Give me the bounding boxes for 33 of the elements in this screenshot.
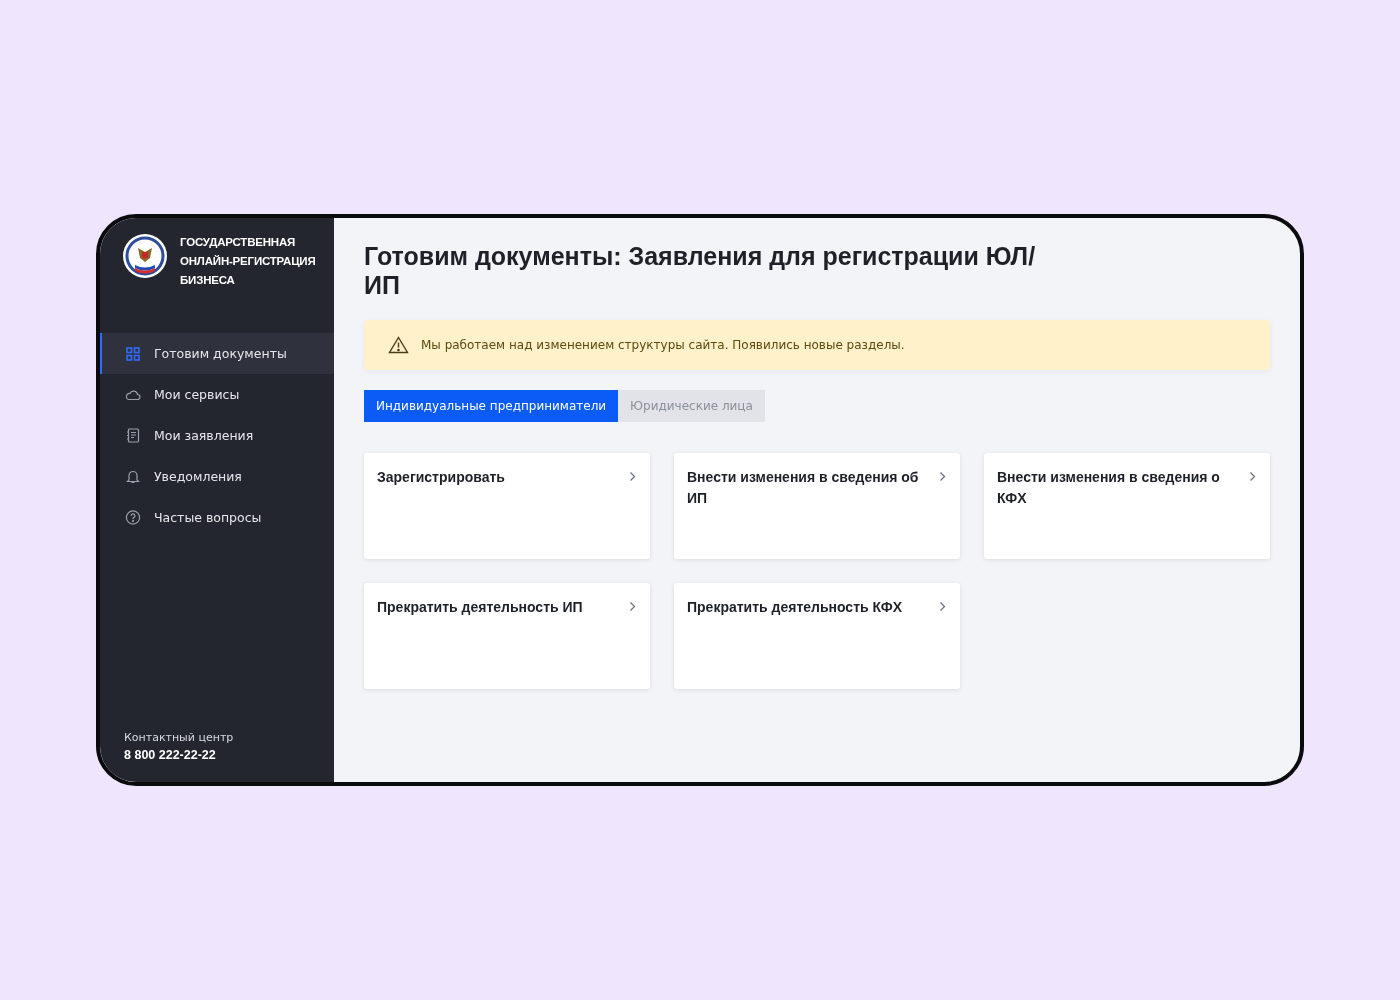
option-card[interactable]: Прекратить деятельность ИП xyxy=(364,583,650,689)
card-title: Внести изменения в сведения о КФХ xyxy=(997,468,1221,508)
chevron-right-icon xyxy=(1249,471,1256,482)
chevron-right-icon xyxy=(939,601,946,612)
option-card[interactable]: Внести изменения в сведения об ИП xyxy=(674,453,960,559)
sidebar-item[interactable]: Готовим документы xyxy=(100,333,334,374)
card-title: Зарегистрировать xyxy=(377,468,505,487)
option-card[interactable]: Зарегистрировать xyxy=(364,453,650,559)
emblem-logo xyxy=(122,233,168,279)
page-title: Готовим документы: Заявления для регистрации ЮЛ/ИП xyxy=(364,242,1037,300)
grid-icon xyxy=(125,346,141,361)
card-title: Внести изменения в сведения об ИП xyxy=(687,468,920,508)
sidebar-item[interactable]: Частые вопросы xyxy=(100,497,334,538)
chevron-right-icon xyxy=(629,601,636,612)
notice-text: Мы работаем над изменением структуры сайта. Появились новые разделы. xyxy=(421,338,905,352)
chevron-right-icon xyxy=(939,471,946,482)
chevron-right-icon xyxy=(629,471,636,482)
sidebar-item[interactable]: Мои сервисы xyxy=(100,374,334,415)
cloud-icon xyxy=(125,388,141,401)
warning-icon xyxy=(388,336,409,354)
brand-title: ГОСУДАРСТВЕННАЯ ОНЛАЙН-РЕГИСТРАЦИЯ БИЗНЕСА xyxy=(180,235,316,288)
option-card[interactable]: Внести изменения в сведения о КФХ xyxy=(984,453,1270,559)
sidebar-item[interactable]: Уведомления xyxy=(100,456,334,497)
sidebar-item[interactable]: Мои заявления xyxy=(100,415,334,456)
card-title: Прекратить деятельность ИП xyxy=(377,598,583,617)
contact-label: Контактный центр xyxy=(124,731,235,744)
option-card[interactable]: Прекратить деятельность КФХ xyxy=(674,583,960,689)
notebook-icon xyxy=(125,428,141,443)
help-icon xyxy=(125,510,141,525)
card-title: Прекратить деятельность КФХ xyxy=(687,598,903,617)
contact-phone: 8 800 222-22-22 xyxy=(124,748,217,762)
bell-icon xyxy=(125,469,141,484)
tab[interactable]: Индивидуальные предприниматели xyxy=(364,390,619,422)
